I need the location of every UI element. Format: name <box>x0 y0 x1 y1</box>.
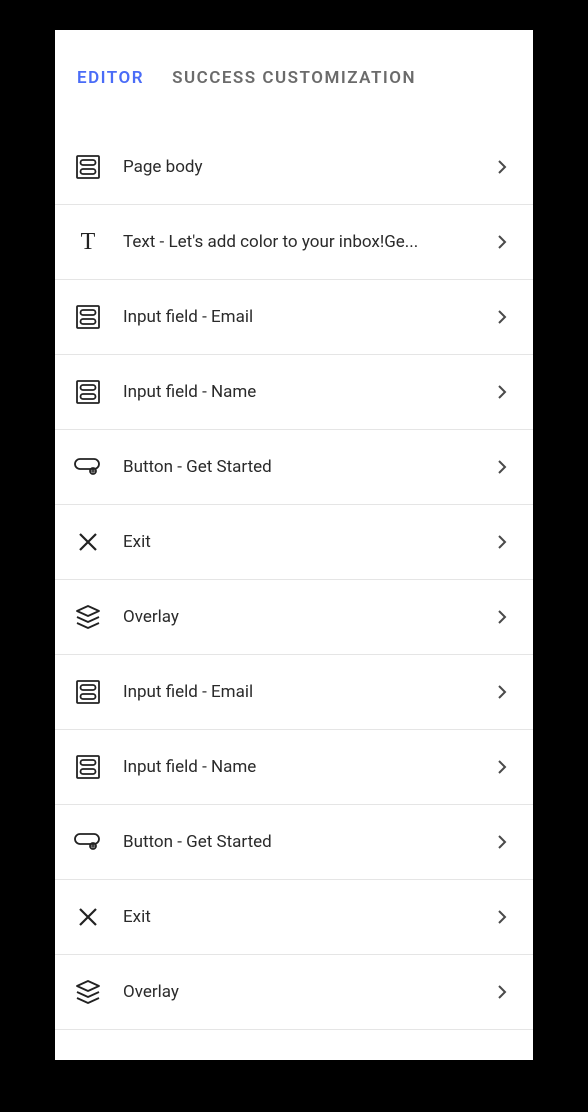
item-label: Input field - Email <box>123 307 493 327</box>
list-item-exit[interactable]: Exit <box>55 505 533 580</box>
chevron-right-icon <box>493 608 511 626</box>
list-item-input-email[interactable]: Input field - Email <box>55 655 533 730</box>
list-item-input-name[interactable]: Input field - Name <box>55 355 533 430</box>
chevron-right-icon <box>493 158 511 176</box>
list-item-overlay[interactable]: Overlay <box>55 955 533 1030</box>
item-label: Button - Get Started <box>123 832 493 852</box>
chevron-right-icon <box>493 458 511 476</box>
list-item-overlay[interactable]: Overlay <box>55 580 533 655</box>
chevron-right-icon <box>493 683 511 701</box>
item-label: Text - Let's add color to your inbox!Ge.… <box>123 232 493 252</box>
chevron-right-icon <box>493 983 511 1001</box>
element-list: Page body T Text - Let's add color to yo… <box>55 130 533 1030</box>
layers-icon <box>71 600 105 634</box>
tabs: EDITOR SUCCESS CUSTOMIZATION <box>55 68 533 112</box>
chevron-right-icon <box>493 533 511 551</box>
item-label: Input field - Name <box>123 382 493 402</box>
close-icon <box>71 900 105 934</box>
form-icon <box>71 150 105 184</box>
chevron-right-icon <box>493 308 511 326</box>
list-item-button[interactable]: Button - Get Started <box>55 805 533 880</box>
item-label: Input field - Name <box>123 757 493 777</box>
form-icon <box>71 375 105 409</box>
chevron-right-icon <box>493 908 511 926</box>
tab-editor[interactable]: EDITOR <box>77 68 144 88</box>
form-icon <box>71 750 105 784</box>
list-item-input-email[interactable]: Input field - Email <box>55 280 533 355</box>
chevron-right-icon <box>493 233 511 251</box>
item-label: Overlay <box>123 607 493 627</box>
chevron-right-icon <box>493 833 511 851</box>
chevron-right-icon <box>493 758 511 776</box>
close-icon <box>71 525 105 559</box>
list-item-exit[interactable]: Exit <box>55 880 533 955</box>
form-icon <box>71 675 105 709</box>
item-label: Exit <box>123 907 493 927</box>
tab-success-customization[interactable]: SUCCESS CUSTOMIZATION <box>172 68 416 88</box>
item-label: Input field - Email <box>123 682 493 702</box>
button-icon <box>71 825 105 859</box>
button-icon <box>71 450 105 484</box>
list-item-page-body[interactable]: Page body <box>55 130 533 205</box>
text-icon: T <box>71 225 105 259</box>
item-label: Button - Get Started <box>123 457 493 477</box>
item-label: Page body <box>123 157 493 177</box>
chevron-right-icon <box>493 383 511 401</box>
list-item-input-name[interactable]: Input field - Name <box>55 730 533 805</box>
layers-icon <box>71 975 105 1009</box>
editor-panel: EDITOR SUCCESS CUSTOMIZATION Page body T… <box>55 30 533 1060</box>
form-icon <box>71 300 105 334</box>
list-item-text[interactable]: T Text - Let's add color to your inbox!G… <box>55 205 533 280</box>
item-label: Exit <box>123 532 493 552</box>
item-label: Overlay <box>123 982 493 1002</box>
list-item-button[interactable]: Button - Get Started <box>55 430 533 505</box>
